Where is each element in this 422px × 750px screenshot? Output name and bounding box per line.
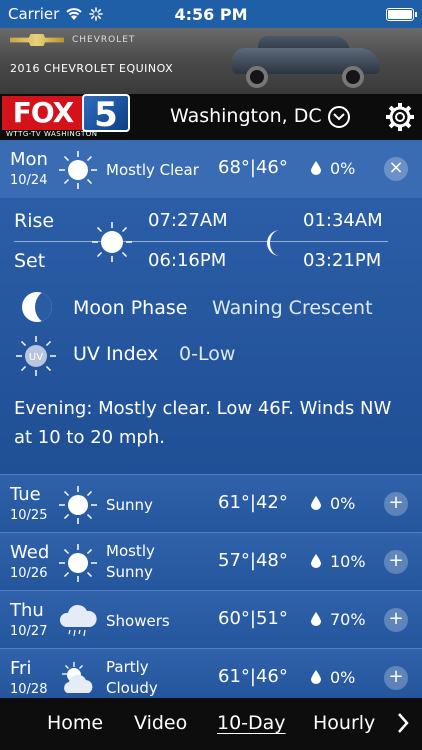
horizon-line	[14, 241, 388, 242]
ad-model-text: 2016 CHEVROLET EQUINOX	[10, 62, 174, 75]
tab-home[interactable]: Home	[47, 712, 103, 734]
day-date: 10/28	[10, 682, 48, 697]
fox5-logo: FOX 5 WTTG-TV WASHINGTON	[0, 94, 132, 140]
day-condition: Partly Cloudy	[106, 657, 158, 698]
day-temps: 68°|46°	[218, 157, 288, 178]
uv-badge-text: UV	[29, 352, 43, 363]
crescent-moon-icon	[267, 230, 280, 256]
day-condition-line1: Mostly	[106, 542, 155, 560]
ad-banner[interactable]: CHEVROLET 2016 CHEVROLET EQUINOX	[0, 28, 422, 94]
day-row-today[interactable]: Mon 10/24 Mostly Clear 68°|46° 0% ×	[0, 140, 422, 198]
tab-10-day[interactable]: 10-Day	[217, 712, 286, 734]
day-temps: 61°|42°	[218, 492, 288, 513]
day-name: Tue	[10, 484, 41, 505]
battery-icon	[386, 8, 417, 21]
raindrop-icon	[311, 554, 321, 568]
day-name: Fri	[10, 658, 32, 679]
raindrop-icon	[311, 612, 321, 626]
day-condition: Showers	[106, 612, 170, 630]
day-row[interactable]: Thu 10/27 Showers 60°|51° 70% +	[0, 590, 422, 648]
set-label: Set	[14, 250, 46, 272]
day-row[interactable]: Wed 10/26 Mostly Sunny 57°|48° 10% +	[0, 532, 422, 590]
sun-icon	[92, 222, 132, 262]
sunset-time: 06:16PM	[148, 250, 227, 271]
raindrop-icon	[311, 161, 321, 175]
day-date: 10/27	[10, 624, 48, 639]
chevrolet-bowtie-icon	[10, 34, 64, 46]
day-temps: 61°|46°	[218, 666, 288, 687]
uv-index-value: 0-Low	[179, 343, 236, 365]
tab-hourly[interactable]: Hourly	[313, 712, 375, 734]
day-temps: 60°|51°	[218, 608, 288, 629]
chevron-right-icon[interactable]	[396, 712, 410, 734]
moon-phase-value: Waning Crescent	[212, 297, 373, 319]
car-image	[232, 36, 380, 88]
day-precip: 0%	[330, 668, 356, 687]
day-precip: 70%	[330, 610, 366, 629]
day-precip: 0%	[330, 494, 356, 513]
forecast-narrative: Evening: Mostly clear. Low 46F. Winds NW…	[14, 398, 392, 448]
expand-button[interactable]: +	[384, 608, 408, 632]
sun-icon	[59, 544, 97, 582]
partly-cloudy-icon	[62, 662, 93, 693]
chevron-down-icon[interactable]	[328, 106, 350, 128]
day-date: 10/25	[10, 508, 48, 523]
day-detail-panel: Rise Set 07:27AM 06:16PM 01:34AM 03:21PM…	[0, 198, 422, 474]
moonrise-time: 01:34AM	[303, 210, 383, 231]
logo-fox: FOX	[2, 96, 84, 130]
gear-icon[interactable]	[386, 103, 414, 131]
status-time: 4:56 PM	[174, 5, 248, 24]
day-condition-line2: Cloudy	[106, 679, 158, 697]
tab-video[interactable]: Video	[134, 712, 187, 734]
ad-brand: CHEVROLET	[10, 34, 135, 46]
day-name: Mon	[10, 149, 48, 170]
sun-icon	[59, 486, 97, 524]
ad-brand-name: CHEVROLET	[72, 35, 136, 45]
day-condition: Mostly Clear	[106, 161, 199, 179]
day-precip: 10%	[330, 552, 366, 571]
logo-subtitle: WTTG-TV WASHINGTON	[6, 130, 98, 138]
logo-five: 5	[82, 94, 130, 134]
day-condition: Mostly Sunny	[106, 541, 155, 583]
day-condition-line1: Partly	[106, 658, 149, 676]
moon-phase-icon	[22, 292, 52, 322]
day-condition: Sunny	[106, 496, 153, 514]
sunrise-time: 07:27AM	[148, 210, 228, 231]
day-name: Wed	[10, 542, 50, 563]
day-row[interactable]: Fri 10/28 Partly Cloudy 61°|46° 0% +	[0, 648, 422, 698]
status-bar: Carrier 4:56 PM	[0, 0, 422, 28]
day-precip: 0%	[330, 159, 356, 178]
bottom-tab-bar: Home Video 10-Day Hourly	[0, 698, 422, 750]
uv-index-label: UV Index	[73, 343, 159, 365]
day-temps: 57°|48°	[218, 550, 288, 571]
location-selector[interactable]: Washington, DC	[170, 105, 322, 127]
collapse-button[interactable]: ×	[384, 157, 408, 181]
expand-button[interactable]: +	[384, 492, 408, 516]
expand-button[interactable]: +	[384, 550, 408, 574]
moon-phase-label: Moon Phase	[73, 297, 188, 319]
expand-button[interactable]: +	[384, 666, 408, 690]
day-name: Thu	[10, 600, 44, 621]
day-date: 10/26	[10, 566, 48, 581]
day-condition-line2: Sunny	[106, 563, 153, 581]
moonset-time: 03:21PM	[303, 250, 382, 271]
uv-index-icon: UV	[16, 336, 56, 376]
sun-icon	[59, 151, 97, 189]
rise-label: Rise	[14, 210, 55, 232]
raindrop-icon	[311, 496, 321, 510]
rain-cloud-icon	[59, 604, 97, 637]
day-date: 10/24	[10, 173, 48, 188]
day-row[interactable]: Tue 10/25 Sunny 61°|42° 0% +	[0, 474, 422, 532]
app-header: FOX 5 WTTG-TV WASHINGTON Washington, DC	[0, 94, 422, 140]
raindrop-icon	[311, 670, 321, 684]
